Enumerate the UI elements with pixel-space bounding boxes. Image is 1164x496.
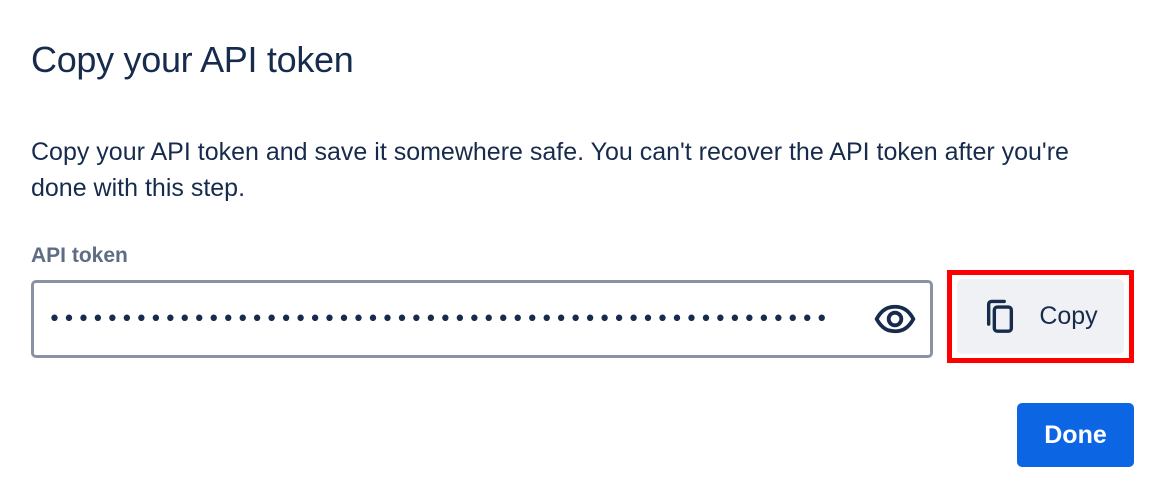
copy-button-highlight: Copy xyxy=(947,270,1134,363)
eye-icon xyxy=(874,304,916,334)
api-token-label: API token xyxy=(31,244,128,267)
api-token-field xyxy=(31,280,933,358)
api-token-input[interactable] xyxy=(34,283,860,355)
show-token-button[interactable] xyxy=(860,283,930,355)
dialog-title: Copy your API token xyxy=(31,39,354,80)
copy-button-label: Copy xyxy=(1039,302,1098,330)
copy-icon xyxy=(983,298,1017,336)
copy-button[interactable]: Copy xyxy=(957,279,1124,354)
api-token-dialog: Copy your API token Copy your API token … xyxy=(0,0,1164,496)
done-button[interactable]: Done xyxy=(1017,403,1134,467)
dialog-description: Copy your API token and save it somewher… xyxy=(31,138,1069,202)
